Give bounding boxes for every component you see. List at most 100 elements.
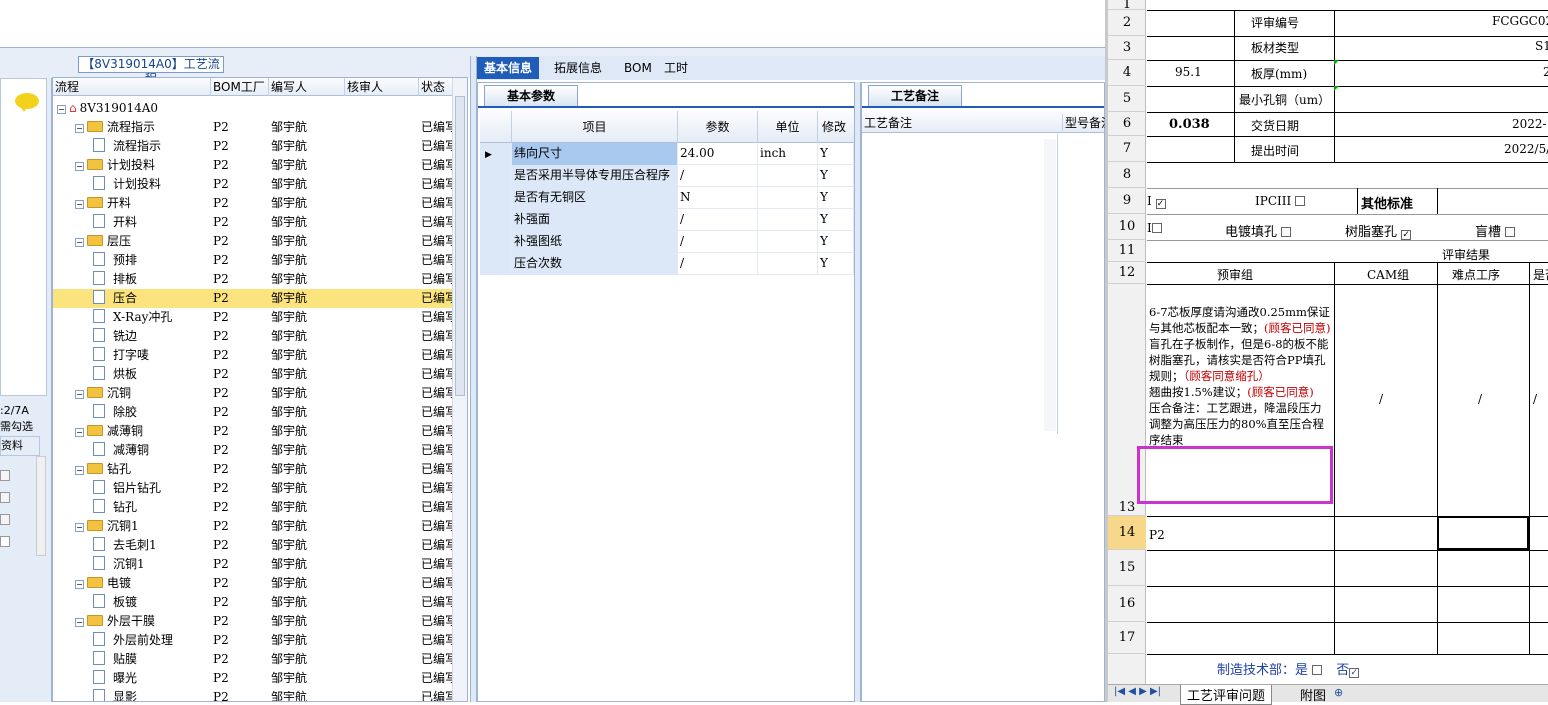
sheet-tab-new[interactable]: ⊕ [1334, 686, 1343, 699]
tree-node-label[interactable]: − 沉铜1 [75, 517, 211, 536]
checkbox-1[interactable] [0, 470, 10, 481]
param-row[interactable]: 是否有无铜区 N Y [480, 187, 854, 209]
param-value-cell[interactable]: N [678, 187, 758, 209]
row-number[interactable]: 3 [1108, 36, 1146, 60]
row-number[interactable]: 5 [1108, 86, 1146, 112]
tab-work-hours[interactable]: 工时 [657, 57, 695, 79]
row-selector[interactable] [480, 209, 512, 231]
tree-item-row[interactable]: 压合 P2 邹宇航 已编写 [53, 289, 453, 308]
col-writer-header[interactable]: 编写人 [269, 78, 345, 96]
col-bom-header[interactable]: BOM工厂 [211, 78, 269, 96]
tree-folder-row[interactable]: − 流程指示 P2 邹宇航 已编写 [53, 118, 453, 137]
row-number[interactable]: 10 [1108, 214, 1146, 240]
subtab-basic-params[interactable]: 基本参数 [484, 85, 578, 106]
tree-item-row[interactable]: 打字唛 P2 邹宇航 已编写 [53, 346, 453, 365]
tree-node-label[interactable]: 预排 [93, 251, 211, 270]
tree-item-row[interactable]: 显影 P2 邹宇航 已编写 [53, 688, 453, 701]
tree-node-label[interactable]: 外层前处理 [93, 631, 211, 650]
collapse-icon[interactable]: − [75, 428, 84, 437]
param-row[interactable]: ▶ 纬向尺寸 24.00 inch Y [480, 143, 854, 165]
param-value-cell[interactable]: / [678, 231, 758, 253]
tree-node-label[interactable]: 铣边 [93, 327, 211, 346]
col-unit-header[interactable]: 单位 [758, 111, 818, 143]
row-number[interactable]: 17 [1108, 622, 1146, 654]
tree-vertical-scrollbar[interactable] [452, 78, 467, 701]
selected-cell[interactable] [1437, 516, 1529, 550]
tree-node-label[interactable]: 烘板 [93, 365, 211, 384]
tree-item-row[interactable]: 贴膜 P2 邹宇航 已编写 [53, 650, 453, 669]
collapse-icon[interactable]: − [57, 105, 66, 114]
scroll-thumb[interactable] [455, 96, 465, 396]
row-selector[interactable]: ▶ [480, 143, 512, 165]
tree-node-label[interactable]: − 电镀 [75, 574, 211, 593]
tree-node-label[interactable]: 曝光 [93, 669, 211, 688]
tree-item-row[interactable]: 除胶 P2 邹宇航 已编写 [53, 403, 453, 422]
checkbox-checked[interactable]: ✓ [1349, 668, 1360, 678]
tab-extended-info[interactable]: 拓展信息 [547, 57, 609, 79]
tree-item-row[interactable]: 减薄铜 P2 邹宇航 已编写 [53, 441, 453, 460]
checkbox-checked[interactable]: ✓ [1401, 230, 1412, 240]
tree-node-label[interactable]: − ⌂ 8V319014A0 [57, 99, 211, 118]
param-row[interactable]: 是否采用半导体专用压合程序 / Y [480, 165, 854, 187]
tree-folder-row[interactable]: − 电镀 P2 邹宇航 已编写 [53, 574, 453, 593]
checkbox[interactable] [1295, 196, 1306, 206]
tree-node-label[interactable]: − 计划投料 [75, 156, 211, 175]
tree-node-label[interactable]: 沉铜1 [93, 555, 211, 574]
tree-node-label[interactable]: 排板 [93, 270, 211, 289]
left-scrollbar[interactable] [36, 456, 46, 556]
col-param-header[interactable]: 参数 [678, 111, 758, 143]
tree-folder-row[interactable]: − 沉铜 P2 邹宇航 已编写 [53, 384, 453, 403]
collapse-icon[interactable]: − [75, 390, 84, 399]
param-value-cell[interactable]: / [678, 253, 758, 275]
tree-item-row[interactable]: 计划投料 P2 邹宇航 已编写 [53, 175, 453, 194]
tree-node-label[interactable]: 显影 [93, 688, 211, 701]
param-row[interactable]: 补强面 / Y [480, 209, 854, 231]
collapse-icon[interactable]: − [75, 238, 84, 247]
tree-node-label[interactable]: − 减薄铜 [75, 422, 211, 441]
sheet-nav-arrows[interactable]: |◀ ◀ ▶ ▶| [1114, 686, 1161, 697]
tree-node-label[interactable]: 减薄铜 [93, 441, 211, 460]
subtab-process-remark[interactable]: 工艺备注 [868, 85, 962, 106]
tree-node-label[interactable]: 流程指示 [93, 137, 211, 156]
tree-node-label[interactable]: 压合 [93, 289, 211, 308]
row-number[interactable]: 4 [1108, 60, 1146, 86]
collapse-icon[interactable]: − [75, 124, 84, 133]
row-number[interactable]: 2 [1108, 10, 1146, 36]
tree-node-label[interactable]: 除胶 [93, 403, 211, 422]
row-selector[interactable] [480, 187, 512, 209]
tree-item-row[interactable]: 钻孔 P2 邹宇航 已编写 [53, 498, 453, 517]
param-value-cell[interactable]: / [678, 165, 758, 187]
checkbox[interactable] [1505, 227, 1516, 237]
checkbox-3[interactable] [0, 514, 10, 525]
row-number[interactable]: 7 [1108, 136, 1146, 162]
row-number[interactable]: 15 [1108, 550, 1146, 586]
col-status-header[interactable]: 状态 [419, 78, 453, 96]
tree-node-label[interactable]: X-Ray冲孔 [93, 308, 211, 327]
row-number[interactable]: 16 [1108, 586, 1146, 622]
row-number[interactable]: 11 [1108, 240, 1146, 262]
collapse-icon[interactable]: − [75, 162, 84, 171]
param-value-cell[interactable]: / [678, 209, 758, 231]
col-process-remark[interactable]: 工艺备注 [864, 114, 912, 131]
tree-node-label[interactable]: 打字唛 [93, 346, 211, 365]
tree-item-row[interactable]: X-Ray冲孔 P2 邹宇航 已编写 [53, 308, 453, 327]
remark-text-area[interactable] [862, 134, 1058, 434]
row-number[interactable]: 9 [1108, 188, 1146, 214]
row-selector[interactable] [480, 165, 512, 187]
param-row[interactable]: 压合次数 / Y [480, 253, 854, 275]
tree-item-row[interactable]: 开料 P2 邹宇航 已编写 [53, 213, 453, 232]
collapse-icon[interactable]: − [75, 580, 84, 589]
col-model-remark[interactable]: 型号备注 [1062, 114, 1106, 131]
tree-item-row[interactable]: 铣边 P2 邹宇航 已编写 [53, 327, 453, 346]
tree-folder-row[interactable]: − 沉铜1 P2 邹宇航 已编写 [53, 517, 453, 536]
tree-folder-row[interactable]: − 计划投料 P2 邹宇航 已编写 [53, 156, 453, 175]
param-row[interactable]: 补强图纸 / Y [480, 231, 854, 253]
checkbox[interactable] [1312, 665, 1323, 675]
param-value-cell[interactable]: 24.00 [678, 143, 758, 165]
checkbox[interactable] [1151, 223, 1162, 233]
row-number[interactable]: 12 [1108, 262, 1146, 284]
tree-node-label[interactable]: − 开料 [75, 194, 211, 213]
tree-folder-row[interactable]: − 钻孔 P2 邹宇航 已编写 [53, 460, 453, 479]
tree-item-row[interactable]: 板镀 P2 邹宇航 已编写 [53, 593, 453, 612]
chat-bubble-icon[interactable] [15, 93, 39, 112]
